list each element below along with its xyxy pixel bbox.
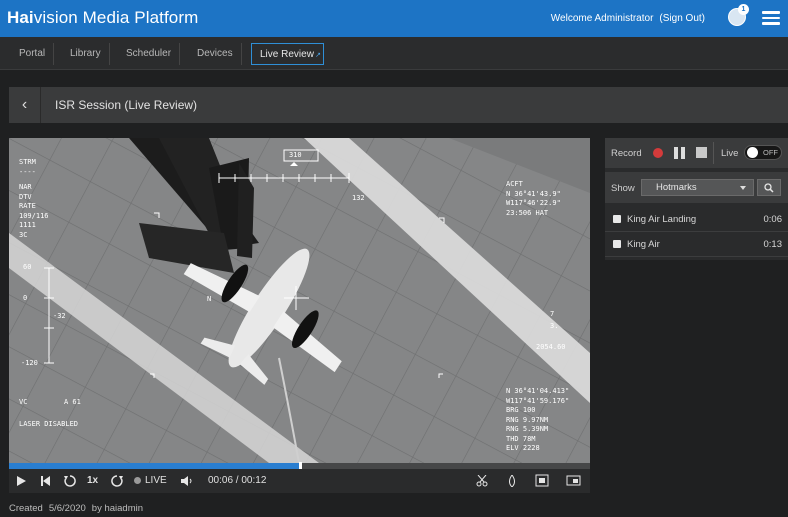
stop-button[interactable] bbox=[696, 147, 707, 158]
caret-down-icon bbox=[740, 186, 746, 190]
notifications-icon[interactable]: 1 bbox=[728, 4, 749, 26]
notification-badge: 1 bbox=[738, 4, 749, 15]
external-link-icon: ↗ bbox=[315, 52, 321, 59]
time-display: 00:06 / 00:12 bbox=[208, 475, 267, 486]
top-header: Haivision Media Platform Welcome Adminis… bbox=[0, 0, 788, 37]
color-drop-icon[interactable] bbox=[507, 475, 517, 487]
nav-bar: Portal Library Scheduler Devices Live Re… bbox=[0, 37, 788, 70]
session-bar: ‹ ISR Session (Live Review) bbox=[9, 87, 788, 123]
hamburger-icon[interactable] bbox=[762, 11, 780, 25]
show-filter-bar: Show Hotmarks bbox=[605, 172, 788, 203]
hud-bottom-right: N 36°41'04.413" W117°41'59.176" BRG 100 RN… bbox=[506, 387, 570, 452]
hud-top-left: STRM ---- NAR DTV RATE 109/116 1111 3C bbox=[19, 158, 49, 239]
list-item[interactable]: King Air Landing 0:06 bbox=[605, 207, 788, 232]
brand-logo[interactable]: Haivision Media Platform bbox=[7, 8, 198, 28]
video-player[interactable]: STRM ---- NAR DTV RATE 109/116 1111 3C 60 0 … bbox=[9, 138, 590, 463]
record-bar: Record Live OFF bbox=[605, 138, 788, 168]
hotmarks-panel: Record Live OFF Show Hotmarks King Air L… bbox=[605, 138, 788, 260]
back-button[interactable]: ‹ bbox=[9, 87, 41, 123]
player-controls: 1x LIVE 00:06 / 00:12 bbox=[9, 469, 590, 493]
search-button[interactable] bbox=[757, 179, 781, 196]
volume-icon[interactable] bbox=[181, 476, 193, 486]
welcome-text: Welcome Administrator (Sign Out) bbox=[550, 13, 705, 24]
hotmark-checkbox[interactable] bbox=[613, 240, 621, 248]
record-button[interactable] bbox=[653, 148, 663, 158]
page-title: ISR Session (Live Review) bbox=[55, 98, 198, 112]
snapshot-icon[interactable] bbox=[535, 474, 549, 487]
hotmark-checkbox[interactable] bbox=[613, 215, 621, 223]
chevron-left-icon: ‹ bbox=[21, 96, 28, 113]
live-status-dot bbox=[134, 477, 141, 484]
skip-back-icon[interactable] bbox=[41, 476, 50, 486]
tab-live-review[interactable]: Live Review ↗ bbox=[251, 43, 324, 65]
hud-top-right: ACFT N 36°41'43.9" W117°46'22.9" 23:506 HA… bbox=[506, 180, 561, 217]
speed-button[interactable]: 1x bbox=[87, 475, 98, 487]
live-toggle[interactable]: OFF bbox=[744, 145, 782, 160]
scissors-icon[interactable] bbox=[476, 475, 488, 487]
tab-library[interactable]: Library bbox=[62, 43, 110, 65]
hud-overlay: STRM ---- NAR DTV RATE 109/116 1111 3C 60 0 … bbox=[19, 151, 570, 452]
hud-heading: 310 bbox=[289, 151, 302, 159]
sign-out-link[interactable]: (Sign Out) bbox=[659, 13, 705, 24]
show-select[interactable]: Hotmarks bbox=[641, 179, 754, 196]
list-item[interactable]: King Air 0:13 bbox=[605, 232, 788, 257]
tab-portal[interactable]: Portal bbox=[11, 43, 55, 65]
fullscreen-icon[interactable] bbox=[566, 475, 581, 486]
search-icon bbox=[764, 183, 774, 193]
tab-scheduler[interactable]: Scheduler bbox=[118, 43, 181, 65]
live-button[interactable]: LIVE bbox=[134, 475, 167, 487]
tab-devices[interactable]: Devices bbox=[189, 43, 242, 65]
created-info: Created 5/6/2020 by haiadmin bbox=[9, 503, 144, 514]
pause-button[interactable] bbox=[674, 147, 685, 159]
forward-icon[interactable] bbox=[111, 475, 123, 487]
replay-icon[interactable] bbox=[64, 475, 76, 487]
play-icon[interactable] bbox=[17, 476, 26, 486]
